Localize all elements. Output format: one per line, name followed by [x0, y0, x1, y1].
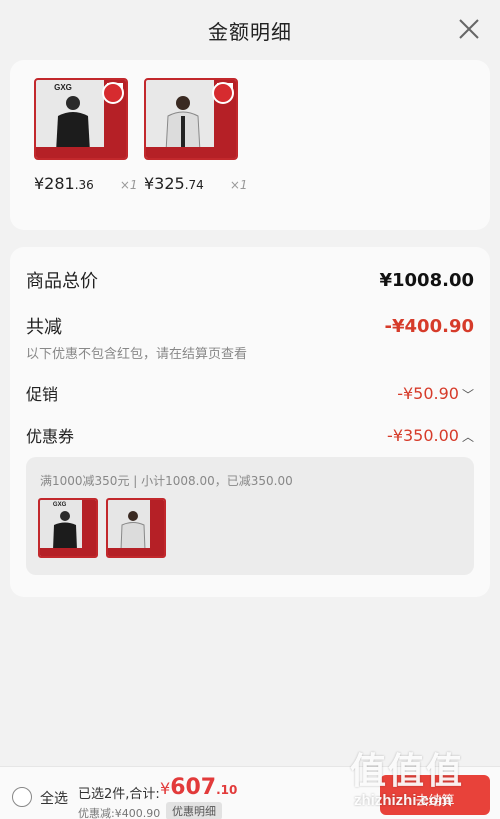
coupon-label: 优惠券 [26, 427, 75, 446]
selected-count: 已选2件,合计: [78, 787, 160, 802]
model-image [120, 511, 146, 550]
promo-row[interactable]: 促销 -¥50.90 ﹀ [26, 381, 474, 405]
promo-label: 促销 [26, 385, 59, 404]
model-image [53, 511, 77, 550]
checked-icon[interactable] [212, 82, 234, 104]
modal-header: 金额明细 [0, 0, 500, 60]
select-all-label[interactable]: 全选 [40, 788, 68, 808]
model-image [56, 96, 90, 152]
checkout-bar: 全选 已选2件,合计: ¥607.10 优惠减:¥400.90 优惠明细 去结算 [0, 766, 500, 819]
checked-icon[interactable] [102, 82, 124, 104]
product-thumbnail[interactable]: 60 [144, 78, 238, 160]
total-row: 商品总价 ¥1008.00 [26, 267, 474, 293]
coupon-description: 满1000减350元 | 小计1008.00，已减350.00 [40, 474, 293, 488]
products-card: GXG 60 ¥281.36 ×1 60 [10, 60, 490, 230]
page-title: 金额明细 [208, 19, 292, 44]
checkout-button[interactable]: 去结算 [380, 775, 490, 815]
product-price: ¥281.36 ×1 [34, 174, 138, 193]
product-price: ¥325.74 ×1 [144, 174, 248, 193]
product-quantity: ×1 [119, 178, 138, 192]
reduce-value: -¥400.90 [384, 315, 474, 337]
coupon-detail-box: 满1000减350元 | 小计1008.00，已减350.00 GXG [26, 457, 474, 575]
product-item[interactable]: 60 ¥325.74 ×1 [144, 78, 248, 193]
brand-logo: GXG [54, 83, 72, 92]
chevron-down-icon[interactable]: ﹀ [462, 388, 474, 402]
product-quantity: ×1 [229, 178, 248, 192]
price-summary-card: 商品总价 ¥1008.00 共减 -¥400.90 以下优惠不包含红包，请在结算… [10, 247, 490, 597]
product-thumbnail[interactable]: GXG 60 [34, 78, 128, 160]
discount-detail-button[interactable]: 优惠明细 [166, 802, 222, 819]
select-all-radio[interactable] [12, 787, 32, 807]
coupon-product-thumbnail [106, 498, 166, 558]
discount-amount: 优惠减:¥400.90 [78, 807, 161, 819]
promo-value: -¥50.90 [397, 383, 459, 403]
model-image [165, 96, 201, 152]
coupon-product-thumbnail: GXG [38, 498, 98, 558]
chevron-up-icon[interactable]: ︿ [462, 430, 474, 444]
close-icon[interactable] [456, 16, 482, 42]
coupon-row[interactable]: 优惠券 -¥350.00 ︿ [26, 423, 474, 447]
product-item[interactable]: GXG 60 ¥281.36 ×1 [34, 78, 138, 193]
reduce-label: 共减 [26, 317, 62, 338]
coupon-value: -¥350.00 [387, 425, 459, 445]
reduce-row: 共减 -¥400.90 [26, 313, 474, 339]
total-label: 商品总价 [26, 271, 98, 292]
total-price: ¥607.10 [160, 775, 238, 800]
total-value: ¥1008.00 [379, 269, 474, 291]
discount-note: 以下优惠不包含红包，请在结算页查看 [26, 347, 248, 362]
